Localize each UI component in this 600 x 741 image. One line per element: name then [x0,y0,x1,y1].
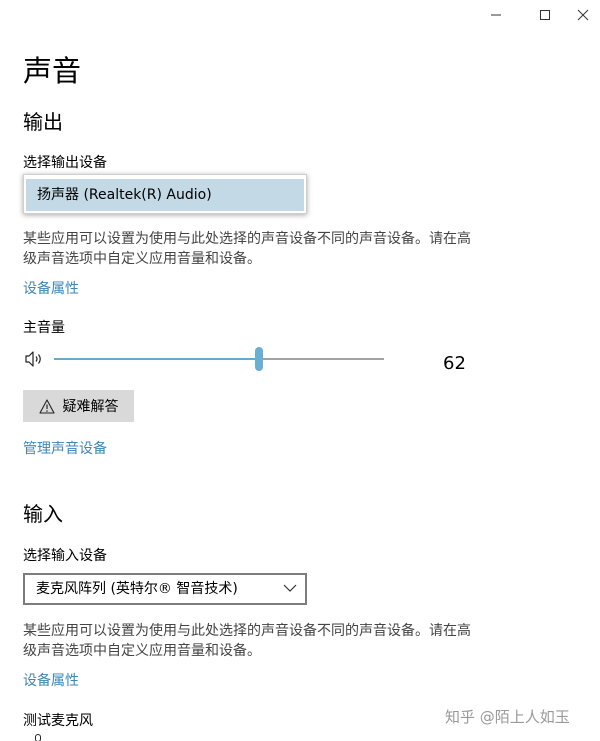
maximize-icon [540,10,550,20]
troubleshoot-button[interactable]: 疑难解答 [23,390,134,422]
output-description-line2: 级声音选项中自定义应用音量和设备。 [23,251,261,267]
output-device-label: 选择输出设备 [23,155,107,171]
input-device-value: 麦克风阵列 (英特尔® 智音技术) [36,581,238,597]
page-title: 声音 [23,54,82,88]
microphone-icon [35,734,41,741]
minimize-icon [491,14,501,16]
close-button[interactable] [560,0,600,30]
volume-value: 62 [443,353,466,374]
master-volume-label: 主音量 [23,320,65,336]
output-device-dropdown[interactable]: 扬声器 (Realtek(R) Audio) [23,174,307,214]
chevron-down-icon [283,584,297,592]
test-microphone-label: 测试麦克风 [23,713,93,729]
input-heading: 输入 [23,502,63,526]
output-device-properties-link[interactable]: 设备属性 [23,279,79,299]
output-device-option[interactable]: 扬声器 (Realtek(R) Audio) [26,179,304,211]
speaker-icon[interactable] [24,350,46,368]
troubleshoot-label: 疑难解答 [62,399,119,415]
warning-icon [38,398,55,414]
close-icon [577,9,589,21]
volume-slider-fill [54,358,259,360]
watermark: 知乎 @陌上人如玉 [445,708,570,726]
input-device-label: 选择输入设备 [23,548,107,564]
volume-slider-thumb[interactable] [255,347,263,371]
output-heading: 输出 [23,110,63,134]
output-description-line1: 某些应用可以设置为使用与此处选择的声音设备不同的声音设备。请在高 [23,231,471,247]
input-device-properties-link[interactable]: 设备属性 [23,671,79,691]
input-description-line2: 级声音选项中自定义应用音量和设备。 [23,643,261,659]
manage-sound-devices-link[interactable]: 管理声音设备 [23,439,107,459]
minimize-button[interactable] [473,0,519,30]
input-device-select[interactable]: 麦克风阵列 (英特尔® 智音技术) [23,573,307,605]
input-description-line1: 某些应用可以设置为使用与此处选择的声音设备不同的声音设备。请在高 [23,623,471,639]
